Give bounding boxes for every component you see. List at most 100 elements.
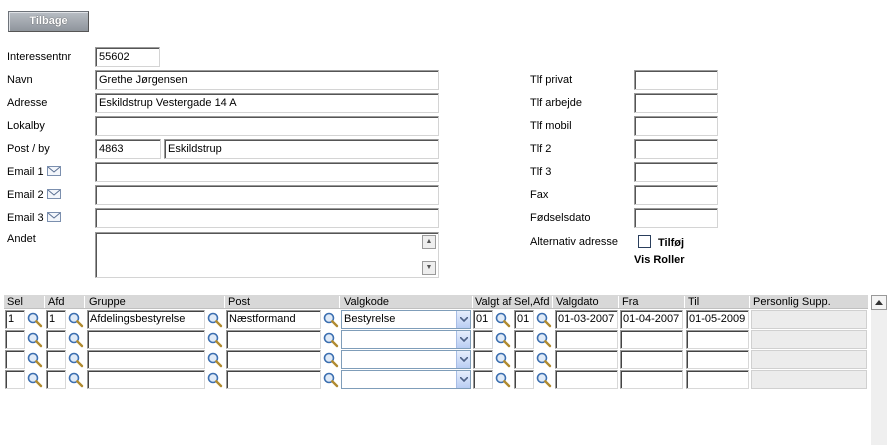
magnifier-icon[interactable] (535, 371, 552, 388)
email3-input[interactable] (95, 208, 439, 228)
magnifier-icon[interactable] (26, 331, 43, 348)
grid-cell-fra[interactable] (620, 330, 683, 349)
col-header-afd[interactable]: Afd (48, 295, 65, 309)
col-header-valgkode[interactable]: Valgkode (344, 295, 389, 309)
alt-address-checkbox[interactable] (638, 235, 651, 248)
col-header-fra[interactable]: Fra (622, 295, 639, 309)
grid-cell-til[interactable] (686, 370, 749, 389)
chevron-down-icon[interactable] (456, 311, 470, 328)
grid-scrollbar[interactable] (871, 295, 887, 445)
grid-cell-til[interactable]: 01-05-2009 (686, 310, 749, 329)
postnr-input[interactable]: 4863 (95, 139, 161, 159)
scroll-up-icon[interactable] (871, 295, 887, 310)
vis-roller-link[interactable]: Vis Roller (634, 254, 685, 267)
email1-input[interactable] (95, 162, 439, 182)
valgkode-select[interactable] (341, 370, 471, 389)
grid-cell-valgt-af[interactable]: 01 (473, 310, 493, 329)
grid-cell-valgt-af[interactable] (473, 330, 493, 349)
grid-cell-gruppe[interactable]: Afdelingsbestyrelse (87, 310, 205, 329)
magnifier-icon[interactable] (26, 351, 43, 368)
grid-cell-gruppe[interactable] (87, 350, 205, 369)
magnifier-icon[interactable] (494, 371, 511, 388)
magnifier-icon[interactable] (494, 331, 511, 348)
grid-cell-valgdato[interactable] (555, 370, 618, 389)
col-header-post[interactable]: Post (228, 295, 250, 309)
grid-cell-supp[interactable] (751, 330, 867, 349)
grid-cell-fra[interactable] (620, 350, 683, 369)
fax-input[interactable] (634, 185, 718, 205)
mail-icon[interactable] (47, 212, 61, 222)
magnifier-icon[interactable] (535, 311, 552, 328)
magnifier-icon[interactable] (206, 311, 223, 328)
col-header-til[interactable]: Til (688, 295, 699, 309)
grid-cell-valgdato[interactable]: 01-03-2007 (555, 310, 618, 329)
back-button[interactable]: Tilbage (8, 11, 89, 32)
email2-input[interactable] (95, 185, 439, 205)
grid-cell-sel-afd[interactable] (514, 350, 534, 369)
grid-cell-sel-afd[interactable] (514, 330, 534, 349)
tlf2-input[interactable] (634, 139, 718, 159)
magnifier-icon[interactable] (494, 351, 511, 368)
tilfoej-label[interactable]: Tilføj (658, 237, 684, 250)
magnifier-icon[interactable] (322, 311, 339, 328)
magnifier-icon[interactable] (535, 351, 552, 368)
magnifier-icon[interactable] (206, 371, 223, 388)
grid-cell-sel[interactable]: 1 (5, 310, 25, 329)
grid-cell-supp[interactable] (751, 310, 867, 329)
magnifier-icon[interactable] (26, 311, 43, 328)
grid-cell-post[interactable] (226, 370, 321, 389)
valgkode-select[interactable] (341, 330, 471, 349)
lokalby-input[interactable] (95, 116, 439, 136)
grid-cell-sel-afd[interactable] (514, 370, 534, 389)
col-header-gruppe[interactable]: Gruppe (89, 295, 126, 309)
grid-cell-valgt-af[interactable] (473, 370, 493, 389)
grid-cell-fra[interactable]: 01-04-2007 (620, 310, 683, 329)
scroll-down-icon[interactable]: ▼ (422, 261, 436, 275)
adresse-input[interactable]: Eskildstrup Vestergade 14 A (95, 93, 439, 113)
grid-cell-afd[interactable]: 1 (46, 310, 66, 329)
magnifier-icon[interactable] (67, 351, 84, 368)
navn-input[interactable]: Grethe Jørgensen (95, 70, 439, 90)
grid-cell-sel[interactable] (5, 330, 25, 349)
col-header-sel[interactable]: Sel (7, 295, 23, 309)
magnifier-icon[interactable] (26, 371, 43, 388)
mail-icon[interactable] (47, 166, 61, 176)
fodselsdato-input[interactable] (634, 208, 718, 228)
valgkode-select[interactable] (341, 350, 471, 369)
by-input[interactable]: Eskildstrup (164, 139, 439, 159)
tlf-arbejde-input[interactable] (634, 93, 718, 113)
interessentnr-input[interactable]: 55602 (95, 47, 160, 67)
magnifier-icon[interactable] (206, 351, 223, 368)
grid-cell-supp[interactable] (751, 370, 867, 389)
magnifier-icon[interactable] (322, 331, 339, 348)
col-header-valgdato[interactable]: Valgdato (556, 295, 599, 309)
magnifier-icon[interactable] (67, 331, 84, 348)
grid-cell-post[interactable] (226, 330, 321, 349)
grid-cell-sel-afd[interactable]: 01 (514, 310, 534, 329)
grid-cell-afd[interactable] (46, 350, 66, 369)
magnifier-icon[interactable] (206, 331, 223, 348)
magnifier-icon[interactable] (494, 311, 511, 328)
grid-cell-afd[interactable] (46, 370, 66, 389)
valgkode-select[interactable]: Bestyrelse (341, 310, 471, 329)
chevron-down-icon[interactable] (456, 371, 470, 388)
magnifier-icon[interactable] (67, 371, 84, 388)
grid-cell-sel[interactable] (5, 350, 25, 369)
grid-cell-sel[interactable] (5, 370, 25, 389)
grid-cell-gruppe[interactable] (87, 370, 205, 389)
grid-cell-post[interactable]: Næstformand (226, 310, 321, 329)
grid-cell-valgdato[interactable] (555, 350, 618, 369)
grid-cell-gruppe[interactable] (87, 330, 205, 349)
magnifier-icon[interactable] (67, 311, 84, 328)
grid-cell-supp[interactable] (751, 350, 867, 369)
grid-cell-til[interactable] (686, 350, 749, 369)
scroll-up-icon[interactable]: ▲ (422, 235, 436, 249)
andet-textarea[interactable] (95, 232, 439, 278)
grid-cell-fra[interactable] (620, 370, 683, 389)
chevron-down-icon[interactable] (456, 351, 470, 368)
grid-cell-post[interactable] (226, 350, 321, 369)
magnifier-icon[interactable] (322, 371, 339, 388)
mail-icon[interactable] (47, 189, 61, 199)
magnifier-icon[interactable] (535, 331, 552, 348)
grid-cell-afd[interactable] (46, 330, 66, 349)
